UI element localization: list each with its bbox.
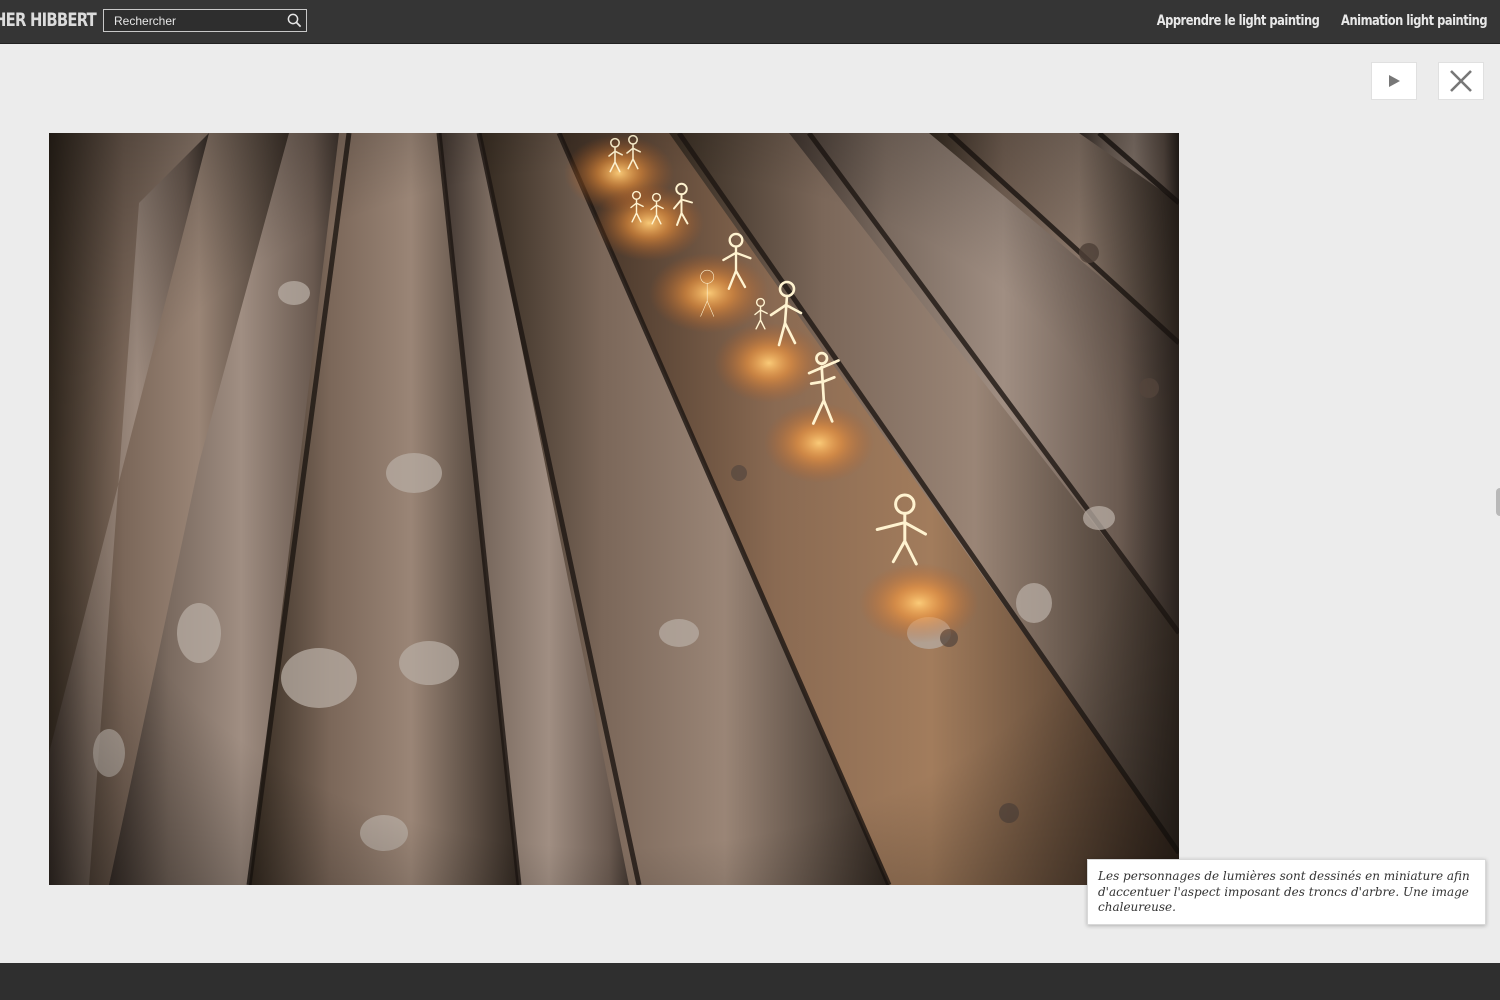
next-photo-handle[interactable] [1496,488,1500,516]
main-nav: Apprendre le light painting Animation li… [1149,13,1487,29]
close-icon [1450,70,1472,92]
site-brand[interactable]: HER HIBBERT [0,9,97,31]
nav-link-light-painting-animation[interactable]: Animation light painting [1341,13,1488,29]
top-bar: HER HIBBERT Apprendre le light painting … [0,0,1500,44]
logs-photo-illustration [49,133,1179,885]
slideshow-play-button[interactable] [1371,62,1417,100]
search-input[interactable] [104,10,279,31]
lightbox-close-button[interactable] [1438,62,1484,100]
play-icon [1389,75,1400,87]
search-box [103,9,307,32]
lightbox-photo [49,133,1179,885]
photo-caption: Les personnages de lumières sont dessiné… [1087,859,1486,925]
footer-bar [0,963,1500,1000]
search-icon[interactable] [287,13,302,28]
nav-link-learn-light-painting[interactable]: Apprendre le light painting [1156,13,1319,29]
